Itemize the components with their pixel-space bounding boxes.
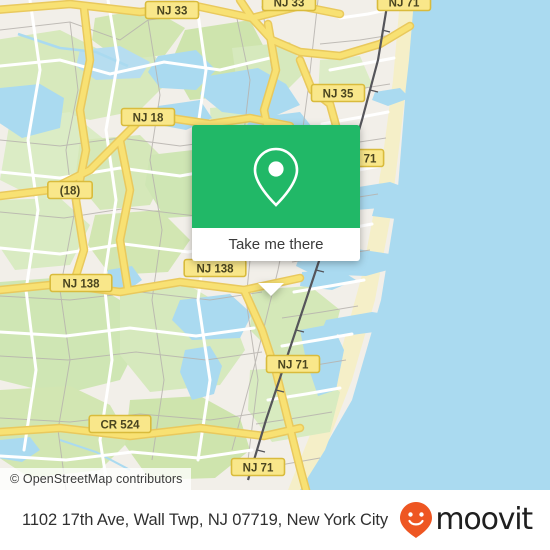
take-me-there-button[interactable]: Take me there	[192, 228, 360, 261]
moovit-smiley-pin-icon	[400, 502, 433, 538]
map-pin-icon	[253, 147, 299, 207]
screenshot-root: NJ 33 NJ 33 NJ 71 NJ 35 NJ 18 71 (18) NJ 138 NJ …	[0, 0, 550, 550]
popup-image-area	[192, 125, 360, 228]
osm-attribution: © OpenStreetMap contributors	[0, 468, 191, 490]
moovit-wordmark: moovit	[435, 502, 533, 537]
popup-tail-pointer	[258, 283, 284, 296]
location-popup[interactable]: Take me there	[192, 125, 360, 296]
take-me-there-label: Take me there	[228, 236, 324, 253]
footer-bar: 1102 17th Ave, Wall Twp, NJ 07719, New Y…	[0, 490, 550, 550]
address-label: 1102 17th Ave, Wall Twp, NJ 07719, New Y…	[22, 510, 389, 529]
osm-attribution-text: © OpenStreetMap contributors	[10, 472, 183, 486]
moovit-logo[interactable]: moovit	[399, 501, 533, 539]
